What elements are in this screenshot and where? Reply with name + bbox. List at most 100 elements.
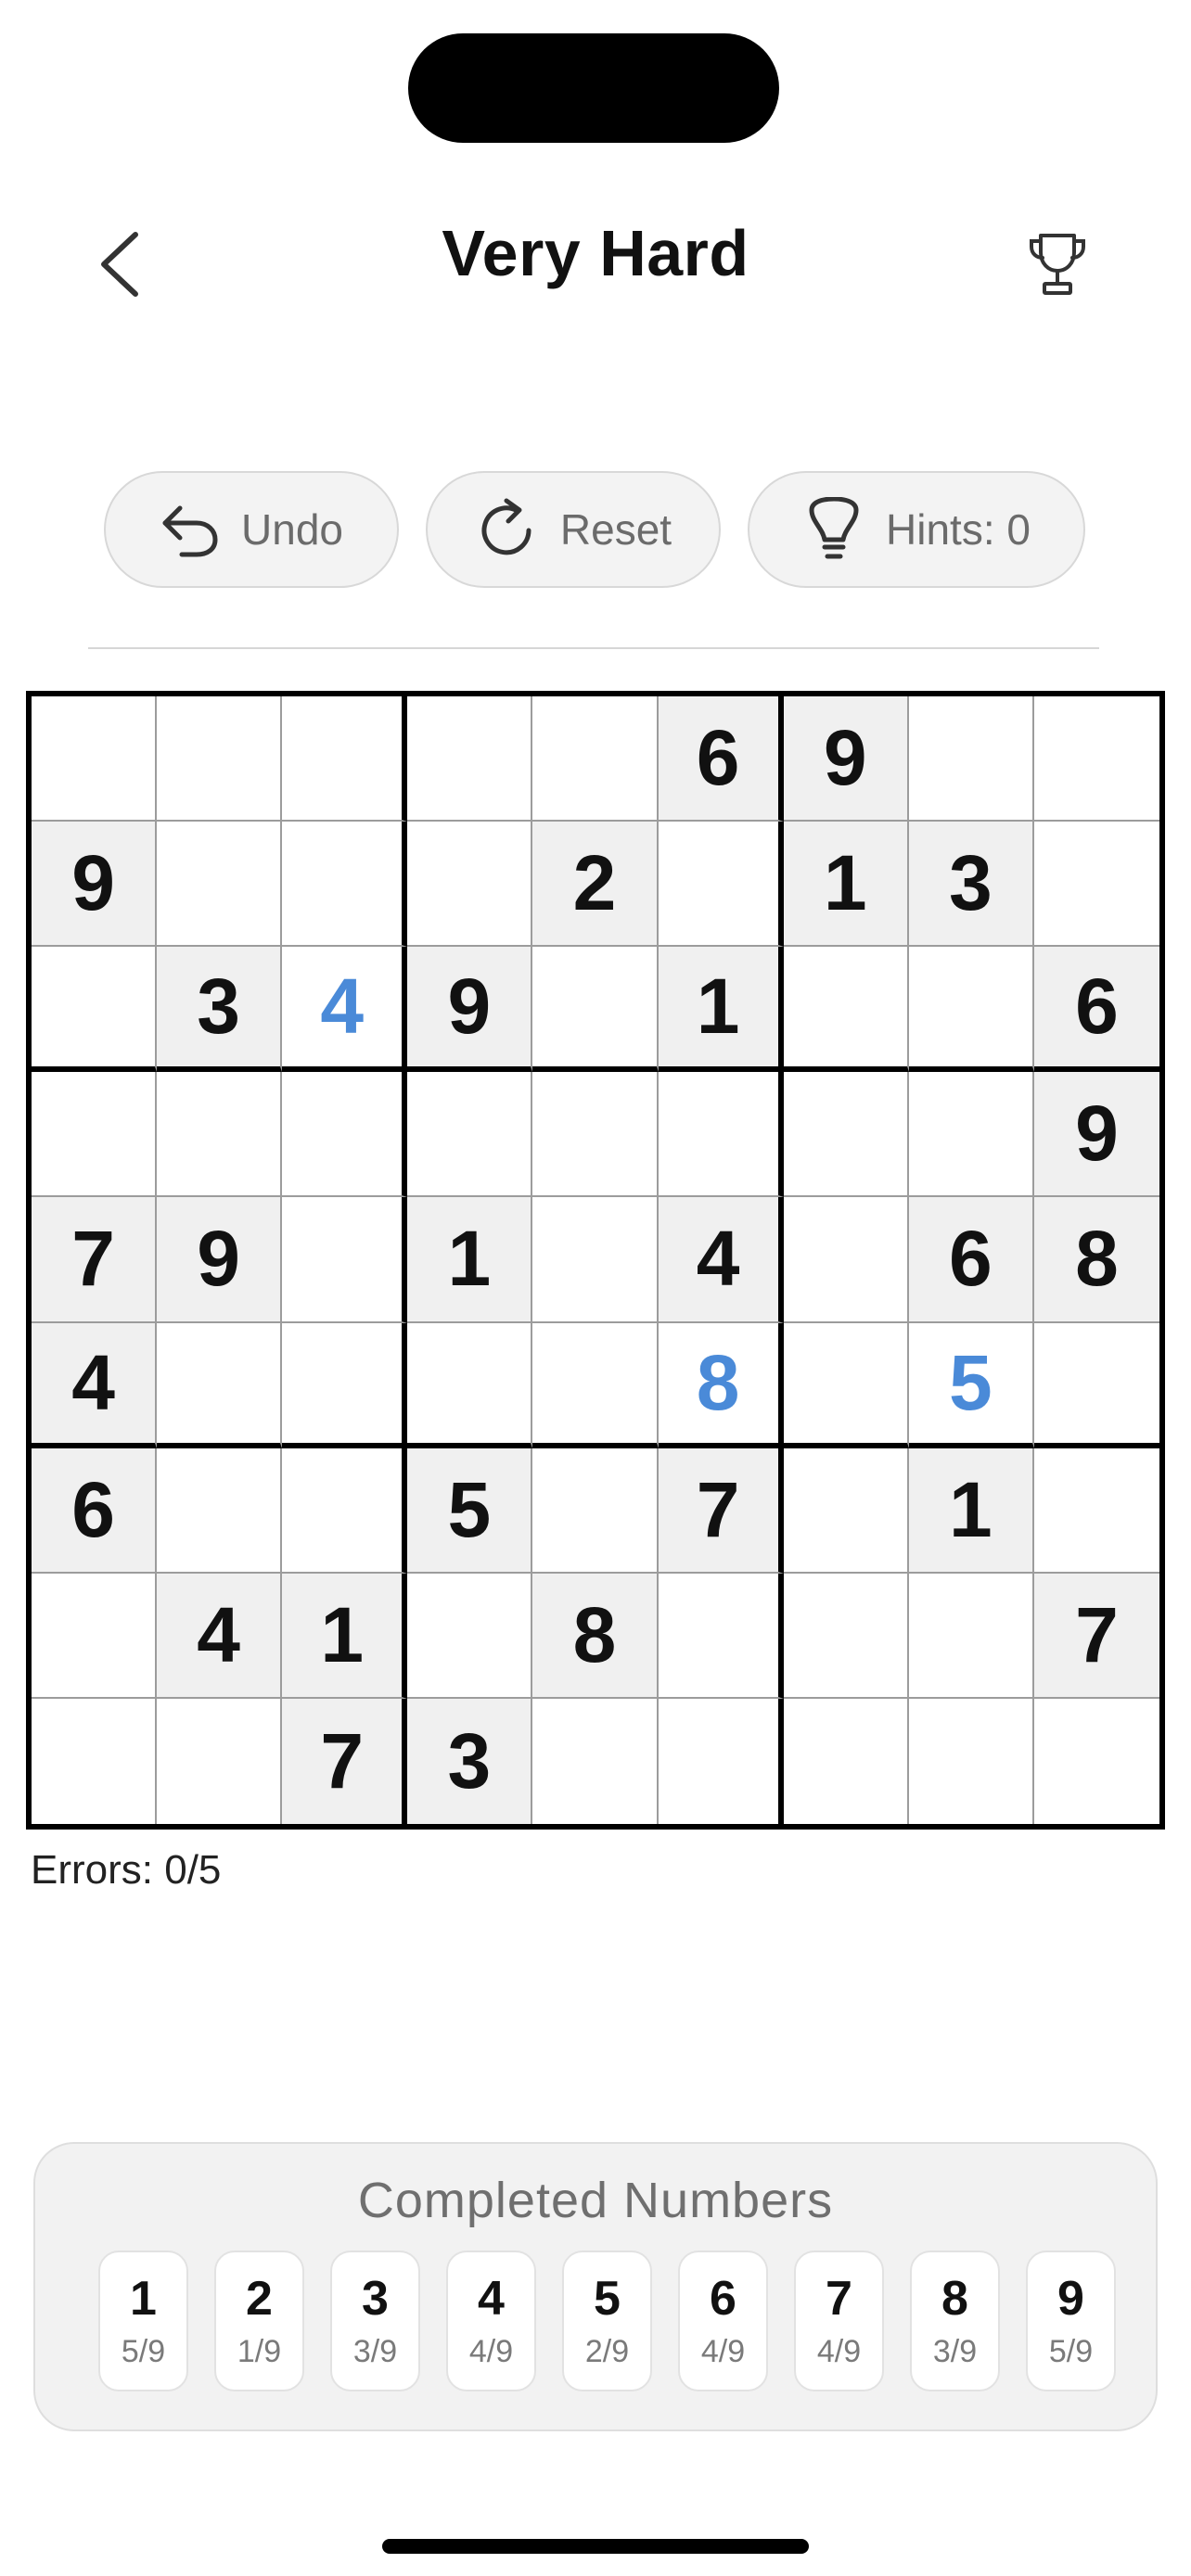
- number-tile-4[interactable]: 4 4/9: [446, 2251, 536, 2391]
- sudoku-cell-r3c7[interactable]: [783, 947, 909, 1073]
- sudoku-cell-r5c2[interactable]: 9: [157, 1197, 283, 1323]
- sudoku-cell-r3c8[interactable]: [908, 947, 1034, 1073]
- sudoku-cell-r7c4[interactable]: 5: [407, 1447, 533, 1574]
- sudoku-cell-r9c7[interactable]: [784, 1698, 909, 1824]
- sudoku-cell-r3c5[interactable]: [532, 947, 659, 1073]
- sudoku-cell-r1c8[interactable]: [908, 696, 1034, 823]
- sudoku-cell-r4c4[interactable]: [407, 1072, 533, 1198]
- sudoku-cell-r1c7[interactable]: 9: [783, 696, 909, 823]
- sudoku-cell-r9c8[interactable]: [909, 1698, 1034, 1824]
- sudoku-cell-r2c8[interactable]: 3: [908, 822, 1034, 948]
- sudoku-cell-r6c1[interactable]: 4: [32, 1322, 158, 1448]
- number-tile-count: 5/9: [1048, 2334, 1094, 2369]
- sudoku-cell-r7c7[interactable]: [783, 1447, 909, 1574]
- sudoku-cell-r1c2[interactable]: [157, 696, 283, 823]
- sudoku-cell-r3c6[interactable]: 1: [658, 947, 784, 1073]
- sudoku-cell-r1c6[interactable]: 6: [658, 696, 784, 823]
- sudoku-cell-r4c5[interactable]: [532, 1072, 659, 1198]
- hints-button[interactable]: Hints: 0: [748, 471, 1085, 588]
- sudoku-cell-r6c2[interactable]: [157, 1322, 283, 1448]
- sudoku-cell-r9c4[interactable]: 3: [407, 1698, 533, 1824]
- reset-button[interactable]: Reset: [426, 471, 721, 588]
- sudoku-cell-r6c4[interactable]: [407, 1322, 533, 1448]
- sudoku-cell-r2c4[interactable]: [407, 822, 533, 948]
- trophy-button[interactable]: [1020, 227, 1095, 301]
- sudoku-cell-r7c3[interactable]: [282, 1447, 408, 1574]
- sudoku-cell-r6c5[interactable]: [532, 1322, 659, 1448]
- sudoku-cell-r2c9[interactable]: [1033, 822, 1159, 948]
- undo-icon: [162, 505, 218, 557]
- sudoku-cell-r1c5[interactable]: [532, 696, 659, 823]
- sudoku-cell-r6c6[interactable]: 8: [658, 1322, 784, 1448]
- sudoku-cell-r4c9[interactable]: 9: [1033, 1072, 1159, 1198]
- errors-counter: Errors: 0/5: [31, 1847, 222, 1893]
- sudoku-cell-r1c4[interactable]: [407, 696, 533, 823]
- sudoku-cell-r1c9[interactable]: [1033, 696, 1159, 823]
- number-tile-6[interactable]: 6 4/9: [678, 2251, 768, 2391]
- number-tile-8[interactable]: 8 3/9: [910, 2251, 1000, 2391]
- sudoku-cell-r9c3[interactable]: 7: [282, 1698, 408, 1824]
- sudoku-cell-r9c1[interactable]: [32, 1698, 158, 1824]
- sudoku-cell-r5c6[interactable]: 4: [658, 1197, 784, 1323]
- sudoku-cell-r6c7[interactable]: [783, 1322, 909, 1448]
- sudoku-cell-r3c1[interactable]: [32, 947, 158, 1073]
- number-tile-count: 3/9: [932, 2334, 978, 2369]
- sudoku-cell-r8c2[interactable]: 4: [157, 1573, 283, 1699]
- sudoku-cell-r4c1[interactable]: [32, 1072, 158, 1198]
- sudoku-cell-r3c4[interactable]: 9: [407, 947, 533, 1073]
- sudoku-cell-r4c2[interactable]: [157, 1072, 283, 1198]
- sudoku-cell-r2c3[interactable]: [282, 822, 408, 948]
- sudoku-cell-r3c2[interactable]: 3: [157, 947, 283, 1073]
- sudoku-cell-r8c3[interactable]: 1: [282, 1573, 408, 1699]
- sudoku-cell-r2c6[interactable]: [658, 822, 784, 948]
- sudoku-cell-r4c8[interactable]: [908, 1072, 1034, 1198]
- sudoku-cell-r8c9[interactable]: 7: [1033, 1573, 1159, 1699]
- sudoku-cell-r5c4[interactable]: 1: [407, 1197, 533, 1323]
- undo-button[interactable]: Undo: [104, 471, 399, 588]
- sudoku-cell-r7c2[interactable]: [157, 1447, 283, 1574]
- sudoku-cell-r8c5[interactable]: 8: [532, 1573, 659, 1699]
- sudoku-cell-r5c1[interactable]: 7: [32, 1197, 158, 1323]
- number-tile-7[interactable]: 7 4/9: [794, 2251, 884, 2391]
- sudoku-cell-r3c9[interactable]: 6: [1033, 947, 1159, 1073]
- sudoku-cell-r7c5[interactable]: [532, 1447, 659, 1574]
- sudoku-cell-r1c3[interactable]: [282, 696, 408, 823]
- sudoku-cell-r7c6[interactable]: 7: [658, 1447, 784, 1574]
- sudoku-cell-r2c2[interactable]: [157, 822, 283, 948]
- sudoku-cell-r5c5[interactable]: [532, 1197, 659, 1323]
- number-tile-digit: 6: [710, 2272, 736, 2326]
- sudoku-cell-r8c7[interactable]: [783, 1573, 909, 1699]
- sudoku-cell-r9c9[interactable]: [1034, 1699, 1159, 1824]
- sudoku-cell-r4c3[interactable]: [282, 1072, 408, 1198]
- sudoku-cell-r5c3[interactable]: [282, 1197, 408, 1323]
- sudoku-cell-r3c3[interactable]: 4: [282, 947, 408, 1073]
- sudoku-cell-r2c5[interactable]: 2: [532, 822, 659, 948]
- sudoku-cell-r5c7[interactable]: [783, 1197, 909, 1323]
- sudoku-cell-r7c1[interactable]: 6: [32, 1447, 158, 1574]
- sudoku-cell-r9c5[interactable]: [532, 1698, 659, 1824]
- number-tile-1[interactable]: 1 5/9: [98, 2251, 188, 2391]
- sudoku-cell-r6c9[interactable]: [1033, 1323, 1159, 1448]
- sudoku-cell-r5c8[interactable]: 6: [908, 1197, 1034, 1323]
- sudoku-cell-r8c8[interactable]: [908, 1573, 1034, 1699]
- sudoku-cell-r6c8[interactable]: 5: [908, 1322, 1034, 1448]
- sudoku-cell-r8c4[interactable]: [407, 1573, 533, 1699]
- sudoku-cell-r4c6[interactable]: [658, 1072, 784, 1198]
- sudoku-cell-r2c7[interactable]: 1: [783, 822, 909, 948]
- home-indicator[interactable]: [382, 2539, 809, 2554]
- sudoku-cell-r7c9[interactable]: [1033, 1448, 1159, 1574]
- number-tile-3[interactable]: 3 3/9: [330, 2251, 420, 2391]
- sudoku-cell-r1c1[interactable]: [32, 696, 158, 823]
- number-tile-9[interactable]: 9 5/9: [1026, 2251, 1116, 2391]
- sudoku-cell-r2c1[interactable]: 9: [32, 822, 158, 948]
- sudoku-cell-r9c2[interactable]: [157, 1698, 283, 1824]
- number-tile-2[interactable]: 2 1/9: [214, 2251, 304, 2391]
- sudoku-cell-r4c7[interactable]: [783, 1072, 909, 1198]
- sudoku-cell-r6c3[interactable]: [282, 1322, 408, 1448]
- sudoku-cell-r8c6[interactable]: [658, 1573, 784, 1699]
- sudoku-cell-r7c8[interactable]: 1: [908, 1447, 1034, 1574]
- sudoku-cell-r8c1[interactable]: [32, 1573, 158, 1699]
- number-tile-5[interactable]: 5 2/9: [562, 2251, 652, 2391]
- sudoku-cell-r9c6[interactable]: [659, 1698, 784, 1824]
- sudoku-cell-r5c9[interactable]: 8: [1033, 1197, 1159, 1323]
